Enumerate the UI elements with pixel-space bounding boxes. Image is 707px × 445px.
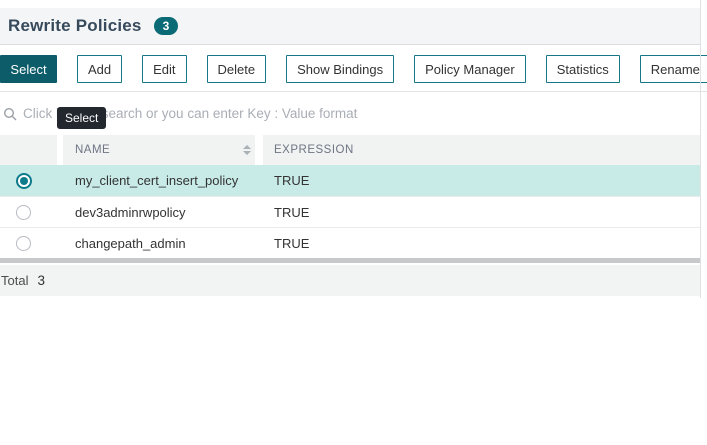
- table-row[interactable]: dev3adminrwpolicy TRUE: [0, 196, 700, 227]
- table-footer: Total 3: [0, 265, 700, 296]
- sort-icon[interactable]: [243, 145, 251, 155]
- rewrite-policies-page: Rewrite Policies 3 Select Add Edit Delet…: [0, 0, 707, 445]
- policy-expression: TRUE: [262, 205, 700, 220]
- policy-manager-button[interactable]: Policy Manager: [414, 55, 526, 83]
- total-label: Total: [1, 273, 28, 288]
- rename-button[interactable]: Rename: [640, 55, 707, 83]
- delete-button[interactable]: Delete: [207, 55, 267, 83]
- toolbar: Select Add Edit Delete Show Bindings Pol…: [0, 45, 707, 92]
- policy-name: dev3adminrwpolicy: [63, 205, 262, 220]
- name-column-header[interactable]: NAME: [63, 135, 255, 165]
- policy-expression: TRUE: [262, 173, 700, 188]
- page-header: Rewrite Policies 3: [0, 8, 700, 45]
- expression-column-label: EXPRESSION: [274, 144, 354, 156]
- table-header: NAME EXPRESSION: [0, 135, 700, 165]
- show-bindings-button[interactable]: Show Bindings: [286, 55, 394, 83]
- policy-expression: TRUE: [262, 236, 700, 251]
- row-radio-selected[interactable]: [16, 173, 32, 189]
- horizontal-scrollbar[interactable]: [0, 258, 700, 263]
- row-radio[interactable]: [16, 205, 31, 220]
- policies-table: NAME EXPRESSION my_client_cert_insert_po…: [0, 135, 700, 296]
- add-button[interactable]: Add: [77, 55, 122, 83]
- top-spacer: [0, 0, 700, 8]
- row-radio[interactable]: [16, 236, 31, 251]
- radio-cell: [0, 173, 63, 189]
- table-row[interactable]: my_client_cert_insert_policy TRUE: [0, 165, 700, 196]
- panel-right-edge: [700, 0, 701, 298]
- policy-name: changepath_admin: [63, 236, 262, 251]
- page-title: Rewrite Policies: [8, 16, 142, 36]
- search-icon: [3, 107, 17, 121]
- radio-cell: [0, 205, 63, 220]
- total-value: 3: [37, 273, 45, 288]
- expression-column-header[interactable]: EXPRESSION: [263, 135, 700, 165]
- table-row[interactable]: changepath_admin TRUE: [0, 227, 700, 258]
- select-tooltip: Select: [57, 107, 106, 129]
- select-button[interactable]: Select: [0, 55, 57, 83]
- radio-cell: [0, 236, 63, 251]
- name-column-label: NAME: [75, 144, 110, 156]
- policy-name: my_client_cert_insert_policy: [63, 173, 262, 188]
- edit-button[interactable]: Edit: [142, 55, 186, 83]
- count-badge: 3: [154, 17, 179, 35]
- statistics-button[interactable]: Statistics: [546, 55, 620, 83]
- radio-column-header: [0, 135, 57, 165]
